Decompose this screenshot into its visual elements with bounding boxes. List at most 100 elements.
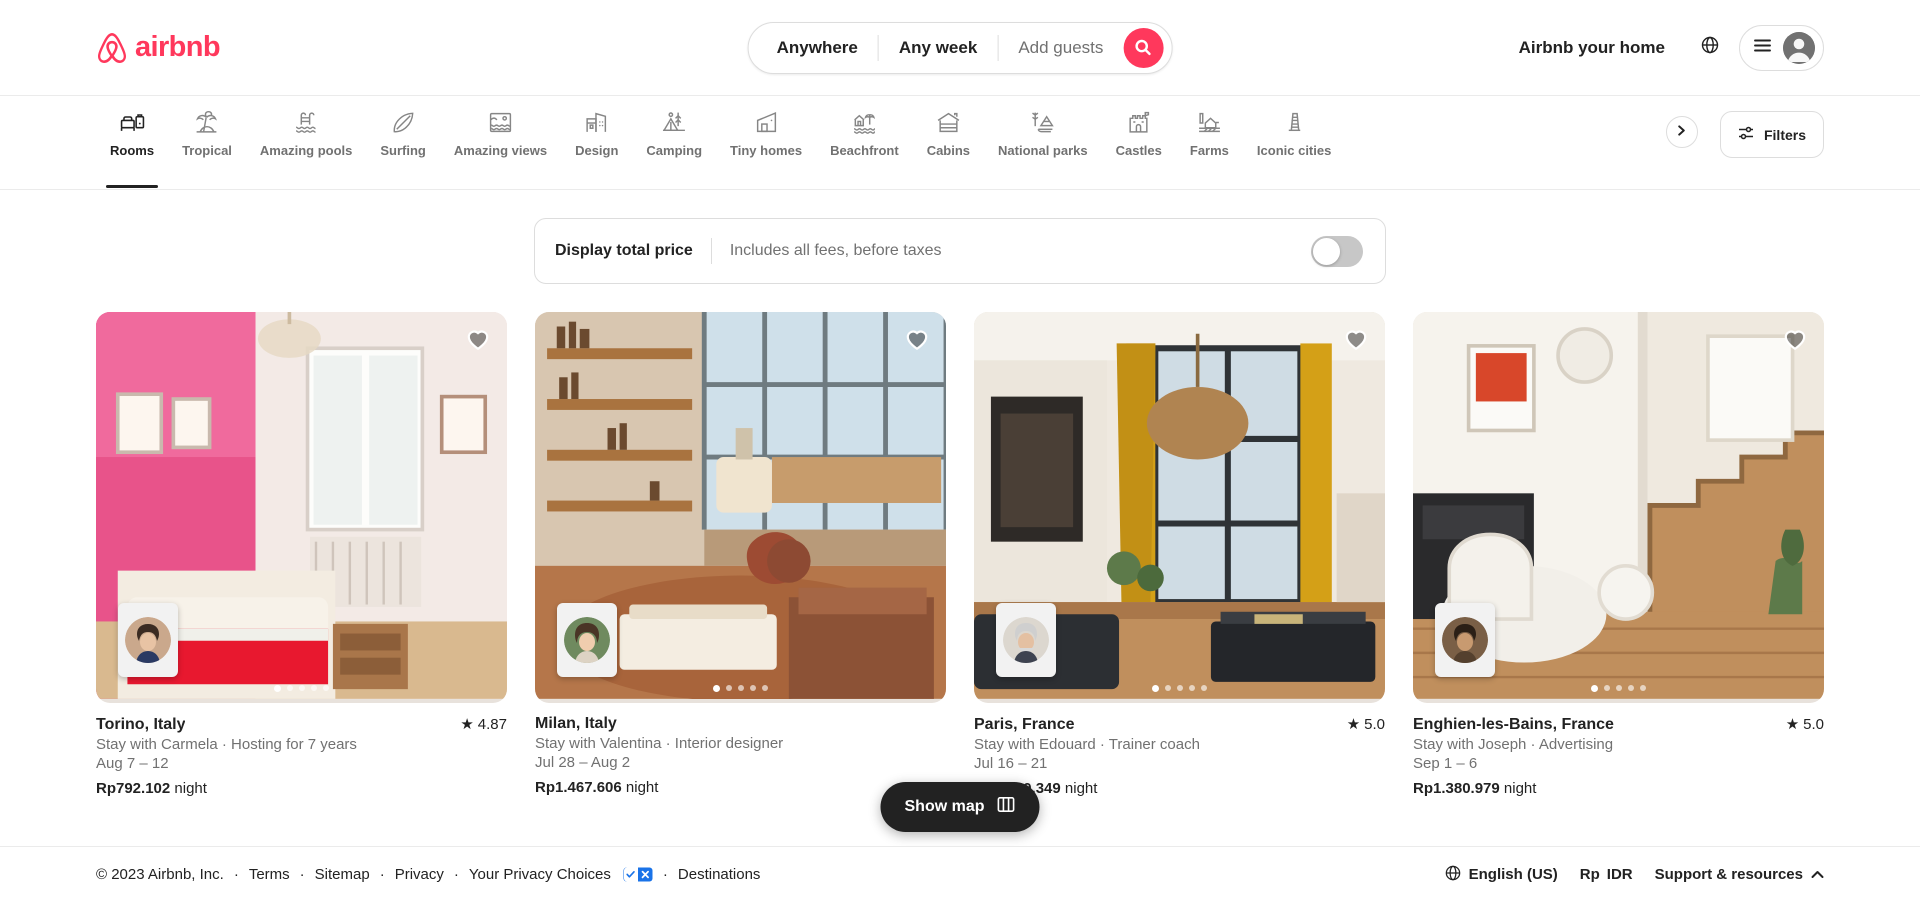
category-label: Amazing views bbox=[453, 142, 548, 158]
footer-link-destinations[interactable]: Destinations bbox=[678, 866, 761, 883]
site-footer: © 2023 Airbnb, Inc. · Terms · Sitemap · … bbox=[0, 846, 1920, 902]
category-tiny-homes[interactable]: Tiny homes bbox=[716, 110, 816, 188]
carousel-dot[interactable] bbox=[323, 685, 329, 692]
category-cabins[interactable]: Cabins bbox=[913, 110, 984, 188]
display-total-price-title: Display total price bbox=[555, 242, 693, 259]
category-scroller[interactable]: Rooms Tropical Amazing pools Surfing Ama… bbox=[96, 96, 1658, 190]
carousel-dot[interactable] bbox=[1189, 685, 1195, 692]
category-national-parks[interactable]: National parks bbox=[984, 110, 1102, 188]
privacy-choices-icon[interactable] bbox=[623, 867, 653, 882]
listing-card[interactable]: Milan, Italy Stay with Valentina · Inter… bbox=[535, 312, 946, 797]
favorite-heart-icon[interactable] bbox=[904, 326, 930, 352]
carousel-dot[interactable] bbox=[1591, 685, 1598, 693]
category-amazing-views[interactable]: Amazing views bbox=[440, 110, 561, 188]
currency-code: IDR bbox=[1606, 866, 1633, 883]
airbnb-your-home-link[interactable]: Airbnb your home bbox=[1503, 26, 1681, 70]
category-label: National parks bbox=[998, 142, 1088, 158]
footer-support-button[interactable]: Support & resources bbox=[1655, 866, 1824, 883]
photo-carousel-dots[interactable] bbox=[974, 685, 1385, 693]
carousel-dot[interactable] bbox=[299, 685, 305, 692]
carousel-dot[interactable] bbox=[750, 685, 756, 692]
airbnb-logo[interactable]: airbnb bbox=[96, 31, 221, 65]
filters-sliders-icon bbox=[1738, 125, 1754, 144]
search-bar[interactable]: Anywhere Any week Add guests bbox=[747, 21, 1173, 74]
footer-link-your-privacy-choices[interactable]: Your Privacy Choices bbox=[469, 866, 611, 883]
listing-card[interactable]: Paris, France ★ 5.0 Stay with Edouard · … bbox=[974, 312, 1385, 797]
category-beachfront[interactable]: Beachfront bbox=[816, 110, 913, 188]
carousel-dot[interactable] bbox=[274, 685, 281, 693]
category-tropical[interactable]: Tropical bbox=[168, 110, 246, 188]
favorite-heart-icon[interactable] bbox=[465, 326, 491, 352]
carousel-dot[interactable] bbox=[1152, 685, 1159, 693]
category-iconic-cities[interactable]: Iconic cities bbox=[1243, 110, 1345, 188]
category-camping[interactable]: Camping bbox=[632, 110, 716, 188]
airbnb-logo-text: airbnb bbox=[135, 31, 221, 63]
listing-image[interactable] bbox=[535, 312, 946, 704]
carousel-dot[interactable] bbox=[311, 685, 317, 692]
category-next-button[interactable] bbox=[1665, 115, 1698, 148]
footer-link-terms[interactable]: Terms bbox=[249, 866, 290, 883]
carousel-dot[interactable] bbox=[1628, 685, 1634, 692]
host-avatar-badge bbox=[557, 603, 617, 678]
category-farms[interactable]: Farms bbox=[1176, 110, 1243, 188]
photo-carousel-dots[interactable] bbox=[535, 685, 946, 693]
photo-carousel-dots[interactable] bbox=[96, 685, 507, 693]
category-label: Camping bbox=[646, 142, 703, 158]
carousel-dot[interactable] bbox=[287, 685, 293, 692]
design-building-icon bbox=[584, 110, 609, 136]
listing-rating: ★ 4.87 bbox=[460, 715, 507, 734]
listing-image[interactable] bbox=[96, 312, 507, 704]
footer-language-button[interactable]: English (US) bbox=[1445, 865, 1558, 885]
category-rooms[interactable]: Rooms bbox=[96, 110, 168, 188]
carousel-dot[interactable] bbox=[1177, 685, 1183, 692]
listing-card[interactable]: Torino, Italy ★ 4.87 Stay with Carmela ·… bbox=[96, 312, 507, 797]
search-location-segment[interactable]: Anywhere bbox=[757, 38, 878, 58]
listing-image[interactable] bbox=[974, 312, 1385, 704]
host-avatar-photo bbox=[125, 617, 171, 664]
total-price-divider bbox=[710, 238, 712, 264]
carousel-dot[interactable] bbox=[738, 685, 744, 692]
category-label: Castles bbox=[1115, 142, 1162, 158]
carousel-dot[interactable] bbox=[1201, 685, 1207, 692]
landscape-view-icon bbox=[488, 110, 513, 136]
user-profile-menu[interactable] bbox=[1739, 24, 1824, 71]
favorite-heart-icon[interactable] bbox=[1782, 326, 1808, 352]
category-surfing[interactable]: Surfing bbox=[366, 110, 440, 188]
carousel-dot[interactable] bbox=[1616, 685, 1622, 692]
host-avatar-badge bbox=[118, 603, 178, 678]
category-amazing-pools[interactable]: Amazing pools bbox=[246, 110, 366, 188]
language-globe-button[interactable] bbox=[1689, 27, 1731, 69]
category-castles[interactable]: Castles bbox=[1102, 110, 1176, 188]
listing-host: Stay with Joseph · Advertising bbox=[1413, 736, 1614, 754]
listing-price: Rp1.380.979 night bbox=[1413, 780, 1824, 797]
category-label: Tropical bbox=[182, 142, 232, 158]
listing-card[interactable]: Enghien-les-Bains, France ★ 5.0 Stay wit… bbox=[1413, 312, 1824, 797]
carousel-dot[interactable] bbox=[713, 685, 720, 693]
listing-title: Enghien-les-Bains, France bbox=[1413, 716, 1614, 734]
favorite-heart-icon[interactable] bbox=[1343, 326, 1369, 352]
carousel-dot[interactable] bbox=[1604, 685, 1610, 692]
footer-links: © 2023 Airbnb, Inc. · Terms · Sitemap · … bbox=[96, 866, 760, 883]
category-design[interactable]: Design bbox=[561, 110, 632, 188]
carousel-dot[interactable] bbox=[1640, 685, 1646, 692]
photo-carousel-dots[interactable] bbox=[1413, 685, 1824, 693]
search-submit-button[interactable] bbox=[1123, 27, 1164, 68]
carousel-dot[interactable] bbox=[726, 685, 732, 692]
footer-separator: · bbox=[453, 866, 459, 883]
listing-image[interactable] bbox=[1413, 312, 1824, 704]
carousel-dot[interactable] bbox=[762, 685, 768, 692]
listing-price-amount: Rp792.102 bbox=[96, 780, 171, 798]
display-total-price-toggle[interactable] bbox=[1311, 235, 1363, 267]
footer-link-privacy[interactable]: Privacy bbox=[395, 866, 444, 883]
search-guests-segment[interactable]: Add guests bbox=[998, 38, 1119, 58]
carousel-dot[interactable] bbox=[1165, 685, 1171, 692]
footer-currency-button[interactable]: Rp IDR bbox=[1580, 866, 1633, 883]
tower-icon bbox=[1282, 110, 1307, 136]
footer-link-sitemap[interactable]: Sitemap bbox=[315, 866, 370, 883]
farm-icon bbox=[1197, 110, 1222, 136]
category-label: Surfing bbox=[380, 142, 426, 158]
search-dates-segment[interactable]: Any week bbox=[879, 38, 997, 58]
show-map-button[interactable]: Show map bbox=[880, 782, 1040, 832]
map-icon bbox=[997, 795, 1016, 819]
filters-button[interactable]: Filters bbox=[1719, 111, 1824, 158]
